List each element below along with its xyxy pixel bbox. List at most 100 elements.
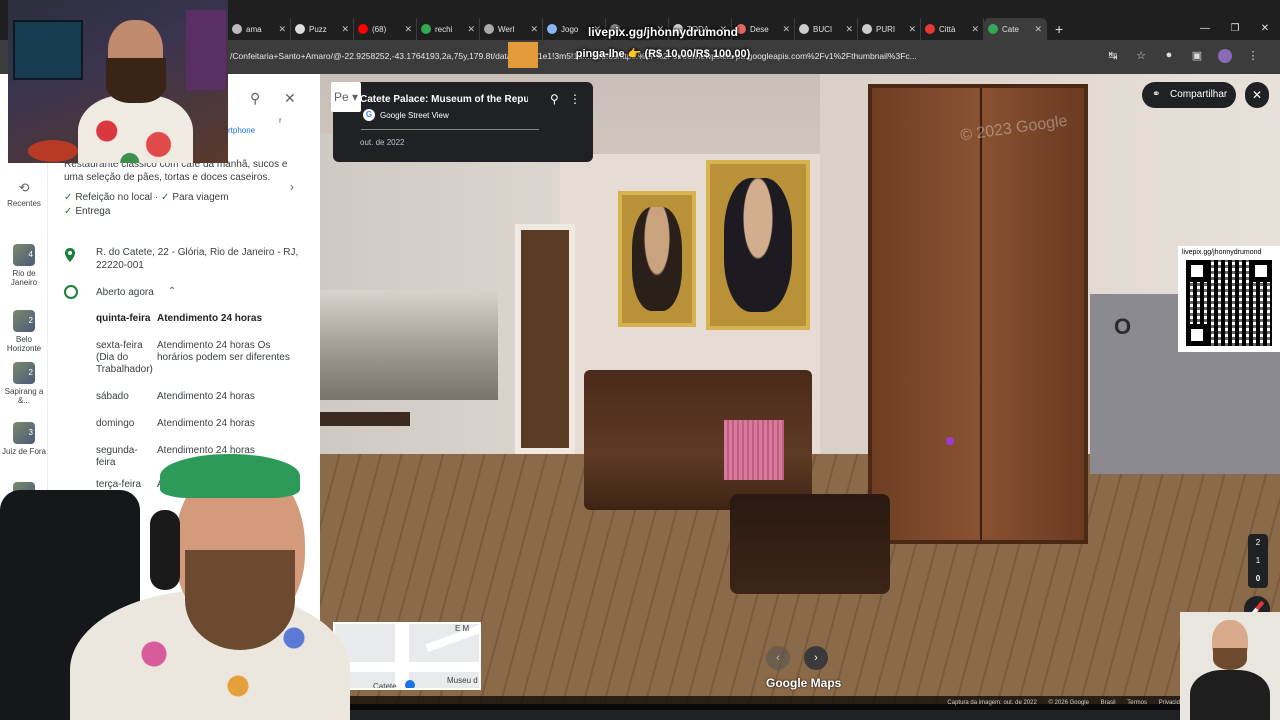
hours-value: Atendimento 24 horas [157, 418, 255, 429]
close-tab-icon[interactable]: ✕ [467, 24, 475, 35]
street-view-canvas[interactable]: O © 2023 Google [320, 74, 1280, 704]
tab-favicon-icon [295, 24, 305, 34]
google-maps-logo: Google Maps [766, 676, 842, 690]
screen: ama ✕ Puzz ✕ (68) ✕ rechi ✕ Werl ✕ Jogo ✕ ✕ TODA ✕ Dese… [0, 0, 1280, 720]
tab-favicon-icon [421, 24, 431, 34]
service-options: ✓ Refeição no local · ✓ Para viagem ✓ Entre… [64, 192, 229, 217]
close-tab-icon[interactable]: ✕ [404, 24, 412, 35]
place-thumbnail: 2 [13, 362, 35, 384]
place-title[interactable]: Catete Palace: Museum of the Repu... [360, 94, 528, 105]
restore-icon[interactable]: ❐ [1220, 18, 1250, 40]
capture-date: out. de 2022 [360, 138, 405, 147]
bookmark-star-icon[interactable]: ☆ [1134, 49, 1148, 66]
rail-item-recent-place[interactable]: 2 Belo Horizonte [0, 310, 48, 353]
country-link[interactable]: Brasil [1101, 700, 1116, 706]
close-icon[interactable]: ✕ [284, 90, 296, 107]
map-footer: Captura da imagem: out. de 2022 © 2026 G… [320, 696, 1280, 710]
search-icon[interactable]: ⚲ [250, 90, 260, 107]
source-row: G Google Street View [363, 109, 449, 121]
next-arrow-icon[interactable]: › [804, 646, 828, 670]
previous-arrow-icon[interactable]: ‹ [766, 646, 790, 670]
toolbar-icons: ↹ ☆ ● ▣ ⋮ [1106, 49, 1260, 66]
browser-tab[interactable]: Cate ✕ [984, 18, 1047, 40]
browser-tab[interactable]: (68) ✕ [354, 18, 417, 40]
browser-tab[interactable]: ama ✕ [228, 18, 291, 40]
tab-favicon-icon [862, 24, 872, 34]
check-icon: ✓ [64, 206, 73, 217]
minimize-icon[interactable]: — [1190, 18, 1220, 40]
close-tab-icon[interactable]: ✕ [971, 24, 979, 35]
rail-item-recent[interactable]: ⟲ Recentes [0, 180, 48, 208]
floor-level-selector: 2 1 0 [1248, 534, 1268, 588]
clock-icon [64, 285, 78, 299]
browser-tab[interactable]: Puzz ✕ [291, 18, 354, 40]
navigation-arrows: ‹ › [766, 646, 828, 670]
location-pin-icon [65, 248, 75, 262]
tab-favicon-icon [484, 24, 494, 34]
service-option: ✓ Para viagem [161, 192, 229, 203]
share-button[interactable]: ⚭ Compartilhar [1142, 82, 1236, 108]
browser-tab[interactable]: Città ✕ [921, 18, 984, 40]
doorway [515, 224, 575, 454]
window-controls: — ❐ ✕ [1190, 18, 1280, 40]
menu-icon[interactable]: ⋮ [1246, 49, 1260, 66]
tab-label: ama [246, 24, 262, 34]
more-options-icon[interactable]: ⋮ [569, 92, 581, 106]
minimap-label: E M [455, 624, 470, 633]
puzzle-icon[interactable]: ▣ [1190, 49, 1204, 66]
extension-icon[interactable]: ● [1162, 49, 1176, 66]
tab-label: Città [939, 24, 956, 34]
smartphone-link[interactable]: rtphone [228, 126, 255, 135]
level-option[interactable]: 1 [1248, 552, 1268, 570]
minimap-label: Museu d [447, 676, 478, 685]
chevron-up-icon: ⌃ [168, 286, 177, 297]
card-dropdown[interactable]: Pe ▾ [331, 82, 361, 112]
capture-info: Captura da imagem: out. de 2022 [947, 700, 1037, 706]
minimap-label: Catete [373, 682, 397, 690]
position-marker [946, 437, 954, 445]
check-icon: ✓ [64, 192, 73, 203]
rail-item-recent-place[interactable]: 2 Sapirang a &... [0, 362, 48, 405]
close-tab-icon[interactable]: ✕ [845, 24, 853, 35]
tab-favicon-icon [232, 24, 242, 34]
terms-link[interactable]: Termos [1127, 700, 1147, 706]
close-street-view-button[interactable]: ✕ [1245, 82, 1269, 108]
close-tab-icon[interactable]: ✕ [278, 24, 286, 35]
close-window-icon[interactable]: ✕ [1250, 18, 1280, 40]
hours-value: Atendimento 24 horas [157, 313, 263, 324]
banner-url: livepix.gg/jhonnydrumond [588, 25, 738, 39]
install-app-icon[interactable]: ↹ [1106, 49, 1120, 66]
tab-favicon-icon [988, 24, 998, 34]
google-logo-icon: G [363, 109, 375, 121]
rail-item-recent-place[interactable]: 4 Rio de Janeiro [0, 244, 48, 287]
new-tab-button[interactable]: + [1055, 18, 1063, 40]
webcam-overlay-top [8, 0, 228, 163]
close-tab-icon[interactable]: ✕ [341, 24, 349, 35]
tab-label: (68) [372, 24, 387, 34]
rail-item-recent-label: Recentes [7, 199, 41, 208]
donation-banner: livepix.gg/jhonnydrumond pinga-lhe 👉 (R$… [508, 20, 818, 68]
browser-tab[interactable]: rechi ✕ [417, 18, 480, 40]
level-option[interactable]: 2 [1248, 534, 1268, 552]
portrait-painting [618, 191, 696, 327]
hours-day: sábado [96, 391, 129, 402]
place-thumbnail: 2 [13, 310, 35, 332]
partial-text: r [279, 116, 282, 125]
tab-label: Puzz [309, 24, 327, 34]
webcam-overlay-small [1180, 612, 1280, 720]
portrait-painting [706, 160, 810, 330]
copyright: © 2026 Google [1048, 700, 1089, 706]
location-pin-icon[interactable]: ⚲ [550, 92, 559, 106]
tab-label: Cate [1002, 24, 1019, 34]
tab-favicon-icon [925, 24, 935, 34]
landscape-mural [320, 290, 498, 400]
browser-tab[interactable]: PURI ✕ [858, 18, 921, 40]
close-tab-icon[interactable]: ✕ [1034, 24, 1042, 35]
place-thumbnail: 4 [13, 244, 35, 266]
qr-code-overlay: livepix.gg/jhonnydrumond [1178, 246, 1280, 352]
street-view-info-card: Pe ▾ Catete Palace: Museum of the Repu..… [331, 82, 593, 162]
level-option-current[interactable]: 0 [1248, 570, 1268, 588]
sideboard [584, 370, 812, 510]
close-tab-icon[interactable]: ✕ [908, 24, 916, 35]
profile-avatar[interactable] [1218, 49, 1232, 66]
